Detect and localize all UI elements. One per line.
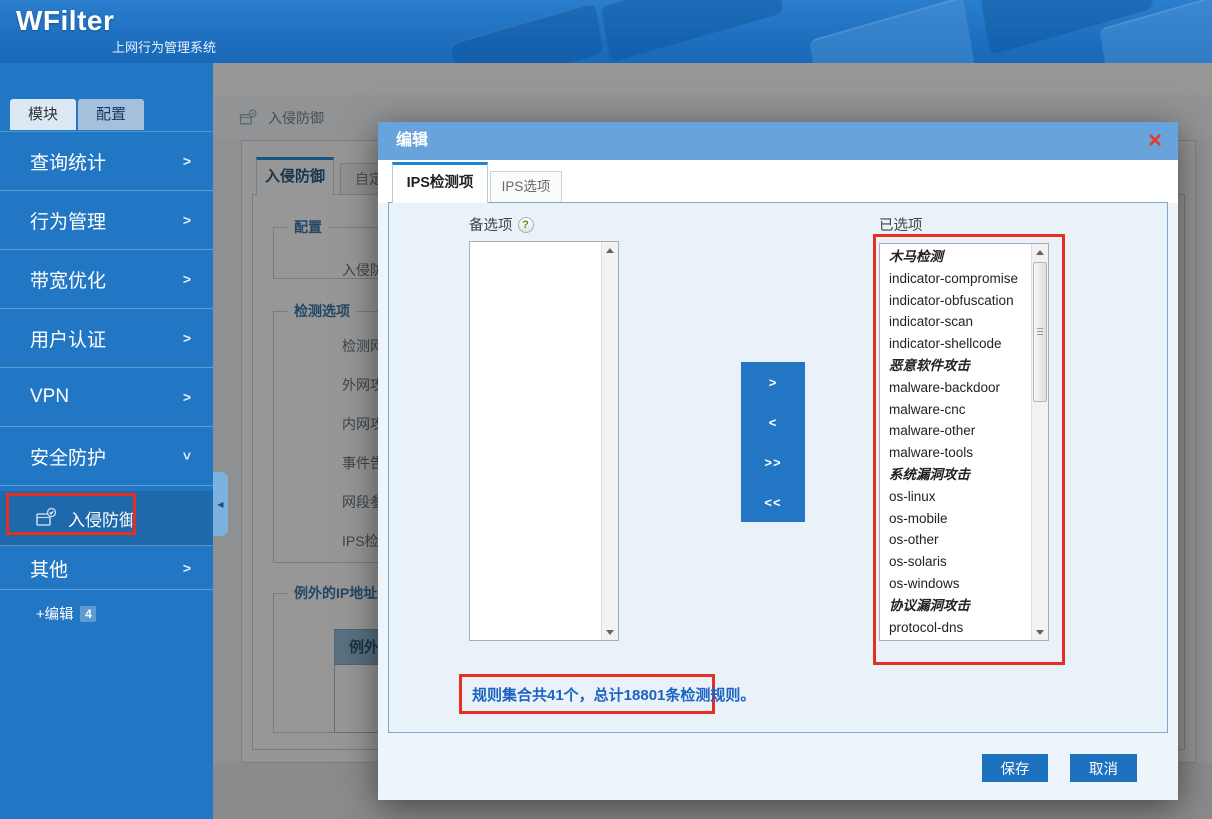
option-group-header[interactable]: 木马检测 xyxy=(880,246,1031,268)
sidebar-item-label: 安全防护 xyxy=(30,443,106,470)
move-left-button[interactable]: < xyxy=(741,402,805,442)
chevron-down-icon: ˅ xyxy=(183,448,191,464)
sidebar-item-label: 其他 xyxy=(30,555,68,582)
app-subtitle: 上网行为管理系统 xyxy=(112,37,216,56)
option-group-header[interactable]: 恶意软件攻击 xyxy=(880,355,1031,377)
edit-label: +编辑 xyxy=(36,603,73,624)
option-item[interactable]: os-other xyxy=(880,529,1031,551)
tab-ips-options[interactable]: IPS选项 xyxy=(490,171,562,203)
sidebar-item-4[interactable]: VPN > xyxy=(0,368,213,427)
move-all-left-button[interactable]: << xyxy=(741,482,805,522)
sidebar-item-label: 用户认证 xyxy=(30,325,106,352)
selected-label: 已选项 xyxy=(879,214,923,235)
option-item[interactable]: os-windows xyxy=(880,573,1031,595)
sidebar-item-other[interactable]: 其他 > xyxy=(0,547,213,590)
rules-summary: 规则集合共41个，总计18801条检测规则。 xyxy=(462,684,755,705)
chevron-right-icon: > xyxy=(183,389,191,405)
help-icon[interactable]: ? xyxy=(518,217,534,233)
sidebar-item-3[interactable]: 用户认证 > xyxy=(0,309,213,368)
sidebar-item-0[interactable]: 查询统计 > xyxy=(0,132,213,191)
selected-listbox[interactable]: 木马检测indicator-compromiseindicator-obfusc… xyxy=(879,243,1049,641)
dialog-tab-bar: IPS检测项 IPS选项 xyxy=(378,160,1178,203)
cancel-button[interactable]: 取消 xyxy=(1070,754,1137,782)
chevron-right-icon: > xyxy=(183,271,191,287)
sidebar-item-label: 入侵防御 xyxy=(68,506,136,531)
sidebar-tab-bar: 模块 配置 xyxy=(10,99,144,130)
chevron-right-icon: > xyxy=(183,330,191,346)
option-group-header[interactable]: 系统漏洞攻击 xyxy=(880,464,1031,486)
option-item[interactable]: malware-cnc xyxy=(880,399,1031,421)
available-label: 备选项 ? xyxy=(469,214,534,235)
option-item[interactable]: indicator-scan xyxy=(880,311,1031,333)
app: WFilter 上网行为管理系统 模块 配置 查询统计>行为管理>带宽优化>用户… xyxy=(0,0,1212,819)
scroll-down-icon[interactable] xyxy=(1032,624,1048,640)
keyboard-decoration xyxy=(450,2,603,63)
keyboard-decoration xyxy=(809,0,975,63)
sidebar-item-label: 行为管理 xyxy=(30,207,106,234)
option-item[interactable]: protocol-finger xyxy=(880,638,1031,640)
move-all-right-button[interactable]: >> xyxy=(741,442,805,482)
selected-label-text: 已选项 xyxy=(879,214,923,235)
available-label-text: 备选项 xyxy=(469,214,513,235)
edit-dialog: 编辑 × IPS检测项 IPS选项 备选项 ? ><>><< 已选项 xyxy=(378,122,1178,800)
sidebar-item-1[interactable]: 行为管理 > xyxy=(0,191,213,250)
transfer-panel: 备选项 ? ><>><< 已选项 木马检测indicator-compromis… xyxy=(388,202,1168,733)
selected-options: 木马检测indicator-compromiseindicator-obfusc… xyxy=(880,246,1031,640)
option-item[interactable]: malware-tools xyxy=(880,442,1031,464)
sidebar-tab-config[interactable]: 配置 xyxy=(78,99,144,130)
chevron-right-icon: > xyxy=(183,212,191,228)
sidebar-menu: 查询统计 > 行为管理 > 带宽优化 > 用户认证 > VPN > 安全防护 ˅ xyxy=(0,131,213,486)
app-header: WFilter 上网行为管理系统 xyxy=(0,0,1212,63)
chevron-right-icon: > xyxy=(183,153,191,169)
scroll-down-icon[interactable] xyxy=(602,624,618,640)
sidebar-tab-modules[interactable]: 模块 xyxy=(10,99,76,130)
option-item[interactable]: os-solaris xyxy=(880,551,1031,573)
scroll-up-icon[interactable] xyxy=(1032,244,1048,260)
scrollbar[interactable] xyxy=(601,242,618,640)
edit-count-badge: 4 xyxy=(80,606,96,622)
option-item[interactable]: os-mobile xyxy=(880,508,1031,530)
dialog-titlebar: 编辑 × xyxy=(378,122,1178,160)
sidebar: 模块 配置 查询统计 > 行为管理 > 带宽优化 > 用户认证 > VPN > 安全防护 ˅ 入侵防御… xyxy=(0,63,213,819)
close-icon[interactable]: × xyxy=(1148,126,1162,156)
sidebar-item-intrusion-prevention[interactable]: 入侵防御 xyxy=(0,491,213,546)
sidebar-item-5[interactable]: 安全防护 ˅ xyxy=(0,427,213,486)
option-item[interactable]: indicator-shellcode xyxy=(880,333,1031,355)
tab-ips-detection-items[interactable]: IPS检测项 xyxy=(392,162,488,203)
available-listbox[interactable] xyxy=(469,241,619,641)
option-group-header[interactable]: 协议漏洞攻击 xyxy=(880,595,1031,617)
scroll-up-icon[interactable] xyxy=(602,242,618,258)
sidebar-item-label: 带宽优化 xyxy=(30,266,106,293)
annotation-box-note: 规则集合共41个，总计18801条检测规则。 xyxy=(459,674,715,714)
option-item[interactable]: protocol-dns xyxy=(880,617,1031,639)
option-item[interactable]: indicator-compromise xyxy=(880,268,1031,290)
sidebar-item-label: 查询统计 xyxy=(30,148,106,175)
option-item[interactable]: malware-backdoor xyxy=(880,377,1031,399)
keyboard-decoration xyxy=(600,0,783,63)
sidebar-item-label: VPN xyxy=(30,386,69,408)
app-logo: WFilter xyxy=(16,5,114,37)
sidebar-item-2[interactable]: 带宽优化 > xyxy=(0,250,213,309)
intrusion-prevention-icon xyxy=(34,506,58,530)
move-right-button[interactable]: > xyxy=(741,362,805,402)
sidebar-edit-link[interactable]: +编辑 4 xyxy=(36,603,96,624)
transfer-buttons: ><>><< xyxy=(741,362,805,522)
save-button[interactable]: 保存 xyxy=(982,754,1048,782)
sidebar-collapse-handle[interactable]: ◀ xyxy=(213,472,228,536)
dialog-title: 编辑 xyxy=(396,122,428,160)
collapse-arrow-icon: ◀ xyxy=(217,500,223,509)
chevron-right-icon: > xyxy=(183,560,191,576)
option-item[interactable]: os-linux xyxy=(880,486,1031,508)
option-item[interactable]: malware-other xyxy=(880,420,1031,442)
option-item[interactable]: indicator-obfuscation xyxy=(880,290,1031,312)
scrollbar-thumb[interactable] xyxy=(1033,262,1047,402)
scrollbar[interactable] xyxy=(1031,244,1048,640)
